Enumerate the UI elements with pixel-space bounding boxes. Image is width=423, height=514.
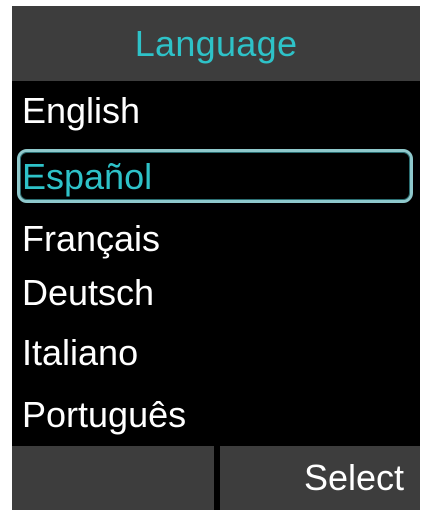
language-item-label: Deutsch bbox=[22, 272, 155, 313]
language-item-label: Français bbox=[22, 218, 161, 259]
language-item-english[interactable]: English bbox=[12, 83, 420, 139]
phone-screen: Language English Español Français Deutsc… bbox=[12, 6, 420, 510]
softkey-bar: Select bbox=[12, 446, 420, 510]
language-item-espanol[interactable]: Español bbox=[12, 149, 420, 205]
title-bar: Language bbox=[12, 6, 420, 81]
language-item-francais[interactable]: Français bbox=[12, 211, 420, 267]
page-title: Language bbox=[134, 22, 298, 64]
left-softkey[interactable] bbox=[12, 446, 214, 510]
language-item-deutsch[interactable]: Deutsch bbox=[12, 265, 420, 321]
language-item-italiano[interactable]: Italiano bbox=[12, 325, 420, 381]
select-softkey-label: Select bbox=[303, 457, 404, 498]
language-item-label: English bbox=[22, 90, 141, 131]
language-item-label: Português bbox=[22, 394, 187, 435]
language-item-label: Italiano bbox=[22, 332, 139, 373]
language-item-label: Español bbox=[22, 156, 153, 197]
language-item-portugues[interactable]: Português bbox=[12, 387, 420, 443]
select-softkey[interactable]: Select bbox=[220, 446, 420, 510]
language-list: English Español Français Deutsch Italian… bbox=[12, 81, 420, 445]
